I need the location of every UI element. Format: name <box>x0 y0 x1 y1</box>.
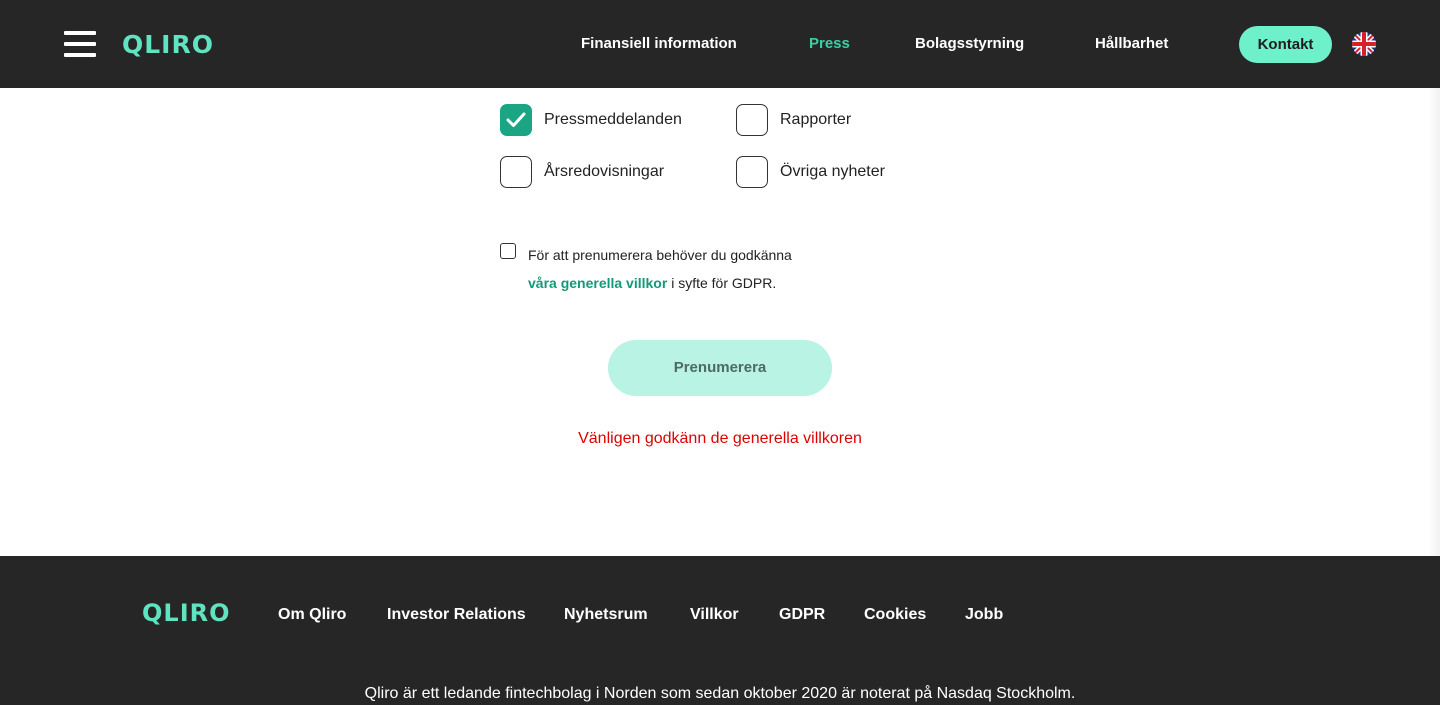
gdpr-text-after: i syfte för GDPR. <box>667 275 777 291</box>
checkbox-ovriga-nyheter[interactable] <box>736 156 768 188</box>
menu-icon[interactable] <box>64 31 96 57</box>
checkbox-arsredovisningar[interactable] <box>500 156 532 188</box>
checkbox-rapporter[interactable] <box>736 104 768 136</box>
gdpr-consent-text: För att prenumerera behöver du godkänna … <box>528 241 858 297</box>
label-pressmeddelanden: Pressmeddelanden <box>544 111 682 128</box>
footer-qliro-logo[interactable]: QLIRO <box>142 601 231 625</box>
footer-link-nyhetsrum[interactable]: Nyhetsrum <box>564 606 648 624</box>
footer-link-investor-relations[interactable]: Investor Relations <box>387 606 526 624</box>
checkmark-icon <box>506 112 526 127</box>
general-terms-link[interactable]: våra generella villkor <box>528 275 667 291</box>
label-ovriga-nyheter: Övriga nyheter <box>780 163 885 180</box>
nav-press[interactable]: Press <box>809 35 850 53</box>
label-arsredovisningar: Årsredovisningar <box>544 163 665 180</box>
qliro-logo[interactable]: QLIRO <box>122 32 214 57</box>
footer-link-jobb[interactable]: Jobb <box>965 606 1003 624</box>
error-message: Vänligen godkänn de generella villkoren <box>578 430 862 447</box>
subscribe-button[interactable]: Prenumerera <box>608 340 832 396</box>
scroll-shadow <box>1428 88 1440 556</box>
footer-link-cookies[interactable]: Cookies <box>864 606 926 624</box>
uk-flag-icon[interactable] <box>1352 32 1376 56</box>
gdpr-text-before: För att prenumerera behöver du godkänna <box>528 247 792 263</box>
footer-link-villkor[interactable]: Villkor <box>690 606 739 624</box>
gdpr-consent-checkbox[interactable] <box>500 243 516 259</box>
footer-link-om-qliro[interactable]: Om Qliro <box>278 606 346 624</box>
nav-hallbarhet[interactable]: Hållbarhet <box>1095 35 1168 53</box>
nav-finansiell-information[interactable]: Finansiell information <box>581 35 737 53</box>
checkbox-pressmeddelanden[interactable] <box>500 104 532 136</box>
footer-description: Qliro är ett ledande fintechbolag i Nord… <box>364 685 1076 702</box>
site-header: QLIRO Finansiell information Press Bolag… <box>0 0 1440 88</box>
label-rapporter: Rapporter <box>780 111 852 128</box>
footer-link-gdpr[interactable]: GDPR <box>779 606 825 624</box>
contact-button[interactable]: Kontakt <box>1239 26 1332 63</box>
nav-bolagsstyrning[interactable]: Bolagsstyrning <box>915 35 1024 53</box>
site-footer: QLIRO Om Qliro Investor Relations Nyhets… <box>0 556 1440 705</box>
